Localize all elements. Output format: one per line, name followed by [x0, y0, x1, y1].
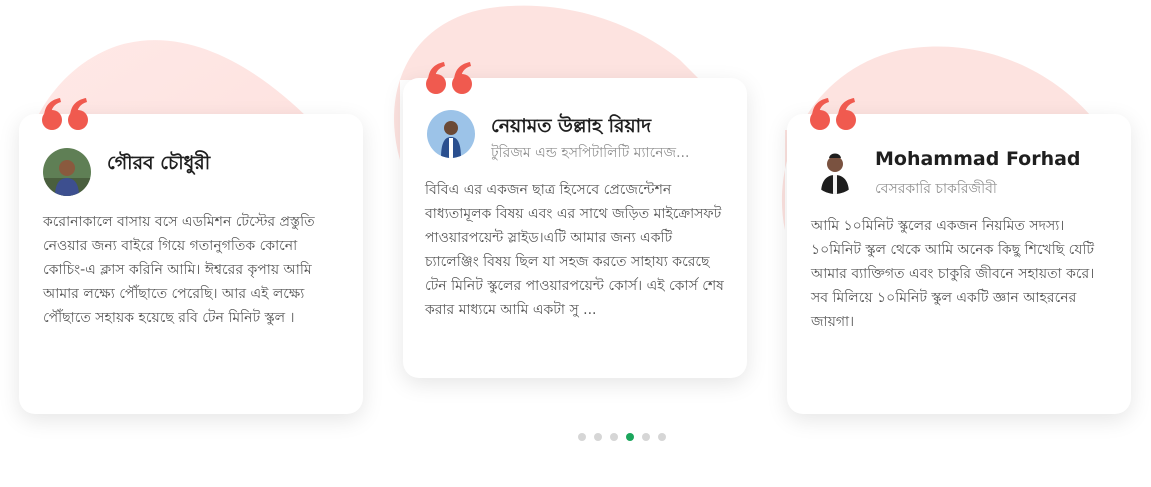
avatar [43, 148, 91, 196]
pagination-dot-6[interactable] [658, 433, 666, 441]
quote-icon [426, 62, 472, 94]
testimonial-card: নেয়ামত উল্লাহ রিয়াদ টুরিজম এন্ড হসপিটা… [403, 78, 747, 378]
pagination-dot-5[interactable] [642, 433, 650, 441]
testimonial-name: গৌরব চৌধুরী [107, 152, 211, 174]
pagination-dot-1[interactable] [578, 433, 586, 441]
testimonial-card: Mohammad Forhad বেসরকারি চাকরিজীবী আমি ১… [787, 114, 1131, 414]
testimonial-name: Mohammad Forhad [875, 148, 1081, 170]
pagination-dot-3[interactable] [610, 433, 618, 441]
testimonial-role: বেসরকারি চাকরিজীবী [875, 181, 997, 197]
testimonial-text: করোনাকালে বাসায় বসে এডমিশন টেস্টের প্রস… [43, 214, 315, 326]
avatar [811, 146, 859, 194]
testimonial-name: নেয়ামত উল্লাহ রিয়াদ [491, 115, 652, 137]
avatar [427, 110, 475, 158]
quote-icon [42, 98, 88, 130]
pagination-dot-2[interactable] [594, 433, 602, 441]
testimonial-text: আমি ১০মিনিট স্কুলের একজন নিয়মিত সদস্য। … [811, 218, 1095, 330]
carousel-pagination [578, 433, 666, 441]
testimonial-role: টুরিজম এন্ড হসপিটালিটি ম্যানেজ... [491, 145, 690, 161]
quote-icon [810, 98, 856, 130]
testimonial-text: বিবিএ এর একজন ছাত্র হিসেবে প্রেজেন্টেশন … [425, 182, 724, 318]
pagination-dot-4[interactable] [626, 433, 634, 441]
testimonial-card: গৌরব চৌধুরী করোনাকালে বাসায় বসে এডমিশন … [19, 114, 363, 414]
